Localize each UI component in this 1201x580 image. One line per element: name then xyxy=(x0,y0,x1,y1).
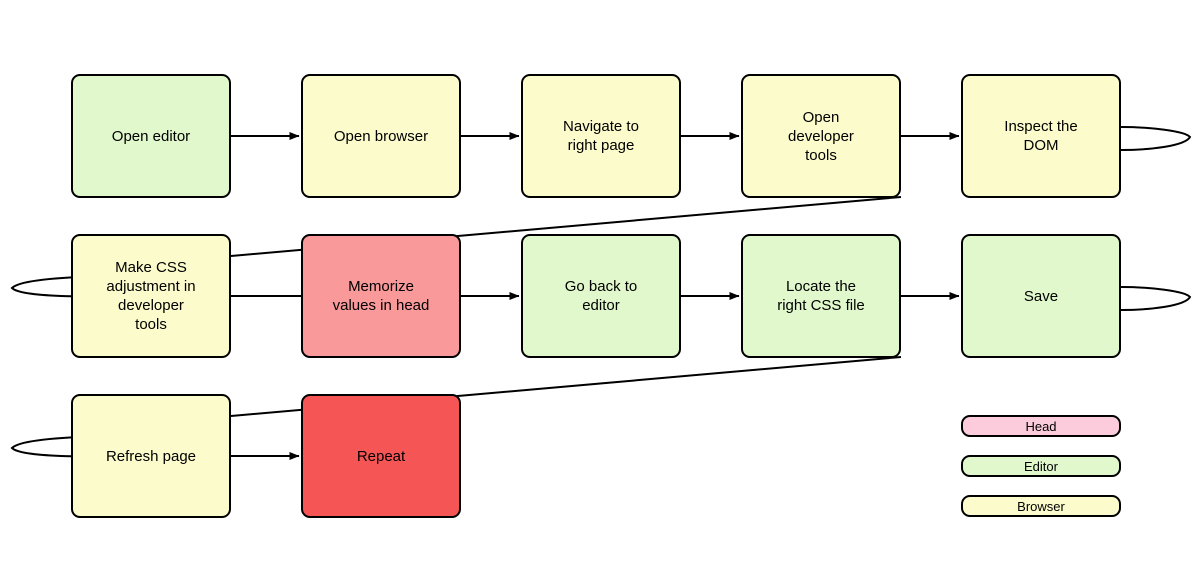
edge-save-to-refresh-right-loop xyxy=(1120,286,1192,311)
legend-item-browser: Browser xyxy=(961,495,1121,517)
node-make-css-adjustment[interactable]: Make CSS adjustment in developer tools xyxy=(71,234,231,358)
node-label: Inspect the DOM xyxy=(1004,118,1078,154)
node-repeat[interactable]: Repeat xyxy=(301,394,461,518)
node-locate-the-right-css-file[interactable]: Locate the right CSS file xyxy=(741,234,901,358)
legend-label: Browser xyxy=(1017,498,1065,514)
flowchart-canvas: Open editor Open browser Navigate to rig… xyxy=(0,0,1201,580)
legend-item-head: Head xyxy=(961,415,1121,437)
node-go-back-to-editor[interactable]: Go back to editor xyxy=(521,234,681,358)
node-label: Go back to editor xyxy=(564,278,638,314)
node-label: Refresh page xyxy=(105,447,197,465)
node-label: Navigate to right page xyxy=(563,118,639,154)
node-label: Open developer tools xyxy=(788,108,854,164)
node-label: Repeat xyxy=(356,447,406,465)
node-open-browser[interactable]: Open browser xyxy=(301,74,461,198)
node-open-editor[interactable]: Open editor xyxy=(71,74,231,198)
node-label: Save xyxy=(1023,287,1059,305)
legend-label: Head xyxy=(1025,418,1057,434)
node-label: Make CSS adjustment in developer tools xyxy=(106,259,196,333)
node-save[interactable]: Save xyxy=(961,234,1121,358)
node-inspect-the-dom[interactable]: Inspect the DOM xyxy=(961,74,1121,198)
legend-item-editor: Editor xyxy=(961,455,1121,477)
node-label: Locate the right CSS file xyxy=(777,278,865,314)
node-memorize-values-in-head[interactable]: Memorize values in head xyxy=(301,234,461,358)
node-label: Memorize values in head xyxy=(332,278,430,314)
node-refresh-page[interactable]: Refresh page xyxy=(71,394,231,518)
edge-inspect-dom-to-make-css-right-loop xyxy=(1120,126,1192,151)
node-label: Open editor xyxy=(111,127,191,145)
node-navigate-to-right-page[interactable]: Navigate to right page xyxy=(521,74,681,198)
legend-label: Editor xyxy=(1024,458,1058,474)
node-label: Open browser xyxy=(333,127,429,145)
node-open-developer-tools[interactable]: Open developer tools xyxy=(741,74,901,198)
